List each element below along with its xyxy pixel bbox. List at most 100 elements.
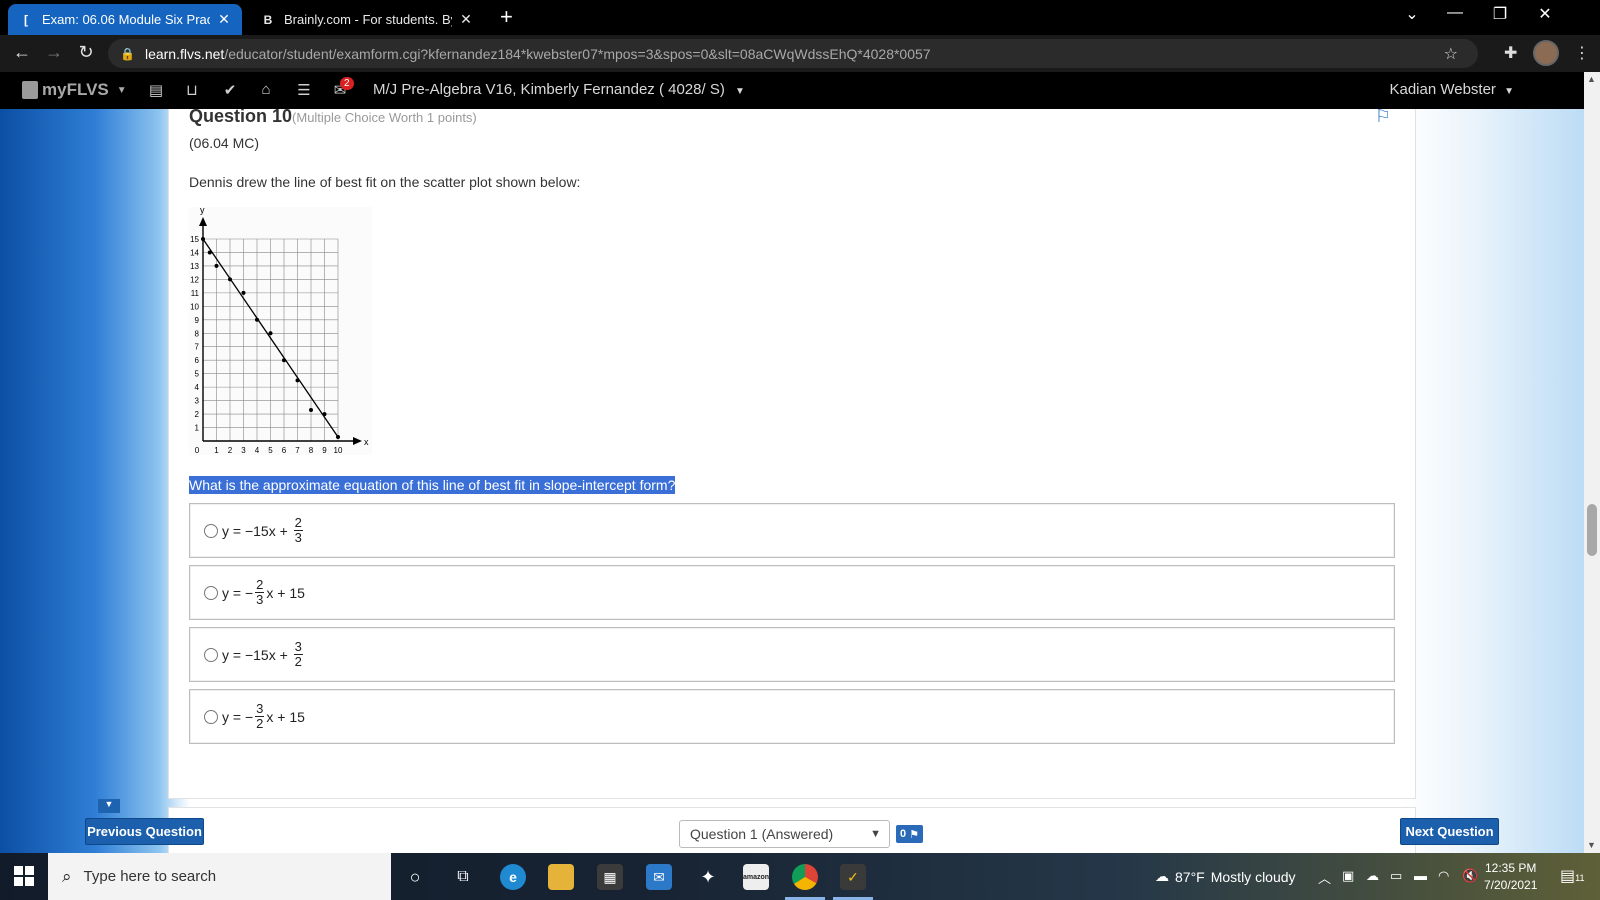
y-tick-label: 4 (195, 383, 200, 392)
chrome-icon[interactable] (792, 864, 818, 890)
brainly-favicon-icon: B (263, 12, 273, 27)
y-tick-label: 14 (190, 248, 199, 257)
weather-desc: Mostly cloudy (1210, 868, 1296, 885)
radio-button[interactable] (204, 647, 218, 662)
flag-question-icon[interactable]: ⚐ (1375, 109, 1391, 127)
book-icon[interactable]: ▤ (146, 81, 166, 99)
notifications-icon[interactable]: ▤11 (1560, 866, 1584, 886)
notification-count: 11 (1575, 873, 1585, 883)
next-question-button[interactable]: Next Question (1400, 818, 1499, 845)
equation-prefix: y = − (222, 584, 254, 601)
taskbar-clock[interactable]: 12:35 PM 7/20/2021 (1484, 860, 1537, 894)
task-view-icon[interactable]: ⧉ (450, 864, 476, 890)
list-menu-icon[interactable]: ☰ (294, 81, 314, 99)
question-select[interactable]: Question 1 (Answered) ▼ (679, 820, 890, 848)
y-tick-label: 6 (195, 356, 200, 365)
fraction-denominator: 3 (294, 530, 302, 545)
url-host: learn.flvs.net (144, 45, 225, 62)
x-axis-arrow (353, 437, 362, 445)
y-tick-label: 2 (195, 410, 200, 419)
meet-now-icon[interactable]: ▣ (1342, 868, 1354, 884)
bookmark-star-icon[interactable]: ☆ (1444, 44, 1458, 64)
flagged-count-badge[interactable]: 0 ⚑ (896, 825, 923, 843)
equation-prefix: y = −15x + (222, 646, 292, 663)
radio-button[interactable] (204, 523, 218, 538)
clock-date: 7/20/2021 (1484, 878, 1538, 892)
scroll-up-arrow-icon[interactable]: ▲ (1587, 74, 1596, 84)
minimize-icon[interactable]: — (1440, 4, 1470, 22)
answer-option-b[interactable]: y = − 23 x + 15 (189, 565, 1395, 620)
question-nav-bar: Previous Question Question 1 (Answered) … (0, 814, 1584, 853)
fraction-numerator: 2 (293, 515, 303, 531)
chrome-menu-icon[interactable]: ⋮ (1574, 43, 1590, 63)
scatter-point (322, 412, 327, 417)
profile-avatar[interactable] (1533, 40, 1559, 66)
x-tick-label: 0 (195, 446, 200, 455)
question-code: (06.04 MC) (189, 135, 260, 151)
fraction-numerator: 3 (255, 701, 265, 717)
fraction: 23 (293, 515, 303, 545)
microsoft-store-icon[interactable]: ▦ (597, 864, 623, 890)
x-axis-label: x (364, 437, 369, 447)
weather-widget[interactable]: ☁ 87°F Mostly cloudy (1155, 868, 1296, 885)
tab-exam[interactable]: [ Exam: 06.06 Module Six Practice ✕ (8, 4, 242, 35)
y-tick-label: 13 (190, 262, 199, 271)
scatter-point (241, 290, 246, 295)
inbox-tray-icon[interactable]: ⊔ (182, 81, 202, 99)
tab-brainly[interactable]: B Brainly.com - For students. By stu ✕ (250, 4, 484, 35)
mail-app-icon[interactable]: ✉ (646, 864, 672, 890)
answer-option-d[interactable]: y = − 32 x + 15 (189, 689, 1395, 744)
address-bar[interactable]: 🔒 learn.flvs.net /educator/student/examf… (108, 39, 1478, 68)
display-icon[interactable]: ▭ (1390, 868, 1402, 884)
close-tab-icon[interactable]: ✕ (216, 11, 232, 28)
onedrive-cloud-icon[interactable]: ☁ (1366, 868, 1379, 884)
vertical-scrollbar[interactable]: ▲ ▼ (1584, 72, 1600, 853)
volume-muted-icon[interactable]: 🔇 (1462, 868, 1478, 884)
y-tick-label: 10 (190, 302, 199, 311)
battery-icon[interactable]: ▬ (1414, 868, 1427, 883)
answer-option-a[interactable]: y = −15x + 23 (189, 503, 1395, 558)
y-tick-label: 15 (190, 235, 199, 244)
flvs-logo-icon (22, 81, 38, 99)
weather-temp: 87°F (1175, 868, 1205, 885)
cortana-circle-icon[interactable]: ○ (402, 864, 428, 890)
norton-icon[interactable]: ✓ (840, 864, 866, 890)
radio-button[interactable] (204, 709, 218, 724)
close-tab-icon[interactable]: ✕ (458, 11, 474, 28)
back-arrow-icon[interactable]: ← (10, 42, 34, 63)
previous-question-button[interactable]: Previous Question (85, 818, 204, 845)
forward-arrow-icon[interactable]: → (42, 42, 66, 63)
dropbox-icon[interactable]: ✦ (695, 864, 721, 890)
extensions-puzzle-icon[interactable]: ✚ (1504, 43, 1517, 63)
x-tick-label: 1 (214, 446, 219, 455)
restore-icon[interactable]: ❐ (1485, 4, 1515, 24)
question-prompt: What is the approximate equation of this… (189, 476, 676, 494)
show-hidden-icons-chevron-icon[interactable]: ︿ (1318, 868, 1331, 887)
windows-start-icon[interactable] (14, 866, 34, 886)
y-tick-label: 3 (195, 397, 200, 406)
home-icon[interactable]: ⌂ (256, 81, 276, 98)
edge-browser-icon[interactable]: e (500, 864, 526, 890)
scroll-down-chevron-icon[interactable]: ▼ (98, 799, 120, 813)
amazon-icon[interactable]: amazon (743, 864, 769, 890)
window-close-icon[interactable]: ✕ (1530, 4, 1560, 24)
myflvs-menu[interactable]: myFLVS ▼ (22, 80, 127, 100)
checkmark-icon[interactable]: ✔ (220, 81, 240, 99)
scrollbar-thumb[interactable] (1587, 504, 1597, 556)
answer-option-c[interactable]: y = −15x + 32 (189, 627, 1395, 682)
user-menu[interactable]: Kadian Webster ▼ (1389, 81, 1514, 98)
scatter-point (309, 408, 313, 413)
scroll-down-arrow-icon[interactable]: ▼ (1587, 840, 1596, 850)
scatter-point (282, 358, 286, 363)
wifi-icon[interactable]: ◠ (1438, 868, 1449, 884)
course-selector[interactable]: M/J Pre-Algebra V16, Kimberly Fernandez … (373, 81, 745, 98)
new-tab-plus-icon[interactable]: + (500, 6, 513, 28)
tab-search-icon[interactable]: ⌄ (1397, 4, 1427, 24)
scatter-point (268, 331, 273, 336)
course-name: M/J Pre-Algebra V16, Kimberly Fernandez … (373, 81, 725, 98)
radio-button[interactable] (204, 585, 218, 600)
file-explorer-icon[interactable] (548, 864, 574, 890)
browser-toolbar: ← → ↻ 🔒 learn.flvs.net /educator/student… (0, 35, 1600, 72)
reload-icon[interactable]: ↻ (74, 42, 98, 63)
taskbar-search[interactable]: ⌕ Type here to search (48, 853, 391, 900)
